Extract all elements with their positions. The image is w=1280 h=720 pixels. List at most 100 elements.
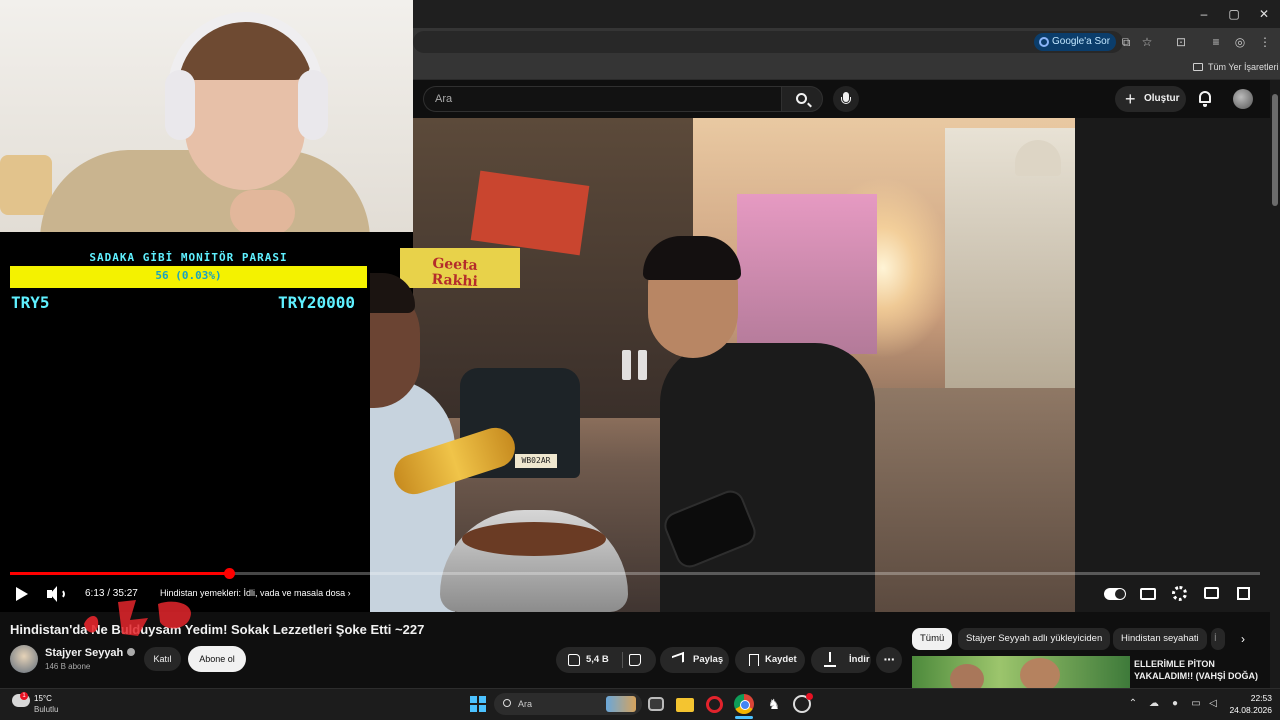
download-icon bbox=[824, 652, 836, 667]
license-plate: WB02AR bbox=[515, 454, 557, 468]
weather-description[interactable]: Bulutlu bbox=[34, 705, 58, 714]
miniplayer-icon[interactable] bbox=[1204, 587, 1219, 599]
voice-search-button[interactable] bbox=[833, 86, 859, 112]
network-icon[interactable]: ▭ bbox=[1189, 697, 1203, 711]
share-button[interactable]: Paylaş bbox=[660, 647, 729, 673]
active-app-indicator bbox=[735, 716, 753, 719]
close-icon[interactable]: ✕ bbox=[1250, 4, 1278, 24]
browser-menu-icon[interactable]: ⋮ bbox=[1256, 33, 1274, 51]
thumbnail-face bbox=[1020, 658, 1060, 692]
chip-india-travel[interactable]: Hindistan seyahati bbox=[1113, 628, 1207, 650]
minimize-icon[interactable]: – bbox=[1190, 4, 1218, 24]
weather-badge: 1 bbox=[20, 692, 28, 700]
join-button[interactable]: Katıl bbox=[144, 647, 181, 671]
opera-icon[interactable] bbox=[706, 696, 723, 713]
donation-goal-title: SADAKA GİBİ MONİTÖR PARASI bbox=[89, 251, 288, 264]
recording-dot-icon bbox=[806, 693, 813, 700]
donation-goal-count: 56 (0.03%) bbox=[155, 269, 222, 282]
verified-icon bbox=[127, 648, 136, 656]
chip-all[interactable]: Tümü bbox=[912, 628, 953, 650]
background-pillow bbox=[0, 155, 52, 215]
search-icon bbox=[796, 93, 807, 104]
like-dislike-group[interactable]: 5,4 B bbox=[556, 647, 656, 673]
subscriber-count: 146 B abone bbox=[45, 662, 91, 671]
player-side-area bbox=[1075, 118, 1270, 612]
extensions-icon[interactable]: ⊡ bbox=[1172, 33, 1190, 51]
speaker-icon[interactable]: ◁ bbox=[1206, 697, 1220, 711]
donation-goal-max: TRY20000 bbox=[278, 293, 356, 312]
settings-gear-icon[interactable] bbox=[1172, 586, 1187, 601]
download-label: İndir bbox=[849, 654, 870, 665]
search-icon bbox=[503, 699, 511, 707]
address-bar[interactable] bbox=[413, 31, 1123, 53]
more-actions-button[interactable]: ··· bbox=[876, 647, 902, 673]
webcam-overlay bbox=[0, 0, 413, 232]
weather-temperature[interactable]: 15°C bbox=[34, 694, 52, 703]
save-label: Kaydet bbox=[765, 654, 797, 665]
chevron-right-icon: › bbox=[347, 588, 351, 598]
taskbar-search-placeholder: Ara bbox=[518, 699, 533, 709]
pink-building bbox=[737, 194, 877, 354]
shop-sign-text: Geeta Rakhi bbox=[431, 255, 479, 291]
reading-list-icon[interactable]: ≡ bbox=[1207, 33, 1225, 51]
channel-name-label: Stajyer Seyyah bbox=[45, 647, 124, 659]
channel-name[interactable]: Stajyer Seyyah bbox=[45, 647, 136, 659]
download-button[interactable]: İndir bbox=[811, 647, 871, 673]
google-lens-icon bbox=[1039, 37, 1049, 47]
create-button[interactable]: + Oluştur bbox=[1115, 86, 1186, 112]
file-explorer-icon[interactable] bbox=[676, 698, 694, 712]
recommended-title[interactable]: ELLERİMLE PİTON YAKALADIM!! (VAHŞİ DOĞA) bbox=[1134, 658, 1264, 682]
channel-avatar[interactable] bbox=[10, 645, 38, 673]
save-button[interactable]: Kaydet bbox=[735, 647, 805, 673]
profile-icon[interactable]: ◎ bbox=[1231, 33, 1249, 51]
play-icon[interactable] bbox=[14, 586, 30, 602]
progress-scrubber[interactable] bbox=[223, 568, 235, 579]
scrollbar-thumb[interactable] bbox=[1272, 94, 1278, 206]
chevron-right-icon[interactable]: › bbox=[1236, 632, 1250, 646]
pause-indicator-icon bbox=[622, 350, 648, 380]
taskbar-search[interactable]: Ara bbox=[494, 693, 642, 715]
headphones-left bbox=[165, 70, 195, 140]
autoplay-toggle[interactable] bbox=[1104, 588, 1126, 600]
cast-icon[interactable]: ⧉ bbox=[1117, 33, 1135, 51]
microphone-tray-icon[interactable]: ● bbox=[1168, 697, 1182, 711]
thumbs-down-icon[interactable] bbox=[629, 654, 641, 666]
thumbs-up-icon[interactable] bbox=[568, 654, 580, 666]
notifications-bell-icon[interactable] bbox=[1196, 90, 1214, 108]
fullscreen-icon-corner bbox=[1237, 587, 1250, 600]
stream-logo bbox=[84, 600, 192, 636]
pot-contents bbox=[462, 522, 606, 556]
share-label: Paylaş bbox=[693, 654, 724, 665]
share-arrow-icon bbox=[672, 651, 684, 667]
windows-start-icon[interactable] bbox=[470, 696, 486, 712]
search-input[interactable]: Ara bbox=[423, 86, 781, 112]
clock-date[interactable]: 24.08.2026 bbox=[1222, 705, 1272, 715]
clock-time[interactable]: 22:53 bbox=[1226, 693, 1272, 703]
bookmark-star-icon[interactable]: ☆ bbox=[1138, 33, 1156, 51]
task-view-icon[interactable] bbox=[648, 697, 664, 711]
all-bookmarks-label: Tüm Yer İşaretleri bbox=[1208, 62, 1279, 72]
chip-more[interactable]: İ bbox=[1211, 628, 1225, 650]
volume-icon[interactable] bbox=[47, 586, 67, 602]
like-count[interactable]: 5,4 B bbox=[586, 647, 609, 673]
bookmark-icon bbox=[749, 654, 759, 666]
google-ask-button[interactable]: Google'a Sor bbox=[1034, 33, 1117, 51]
app-icon[interactable]: ♞ bbox=[764, 694, 784, 714]
subtitles-icon[interactable] bbox=[1140, 588, 1156, 600]
all-bookmarks-button[interactable]: Tüm Yer İşaretleri bbox=[1193, 60, 1279, 74]
shop-sign-red bbox=[470, 170, 590, 256]
chevron-up-icon[interactable]: ⌃ bbox=[1126, 697, 1140, 711]
overlay-panel bbox=[0, 232, 370, 612]
cloud-sync-icon[interactable]: ☁ bbox=[1147, 697, 1161, 711]
account-avatar[interactable] bbox=[1233, 89, 1253, 109]
chrome-icon[interactable] bbox=[734, 694, 754, 714]
progress-played bbox=[10, 572, 229, 575]
donation-goal-min: TRY5 bbox=[11, 293, 50, 312]
chip-uploader[interactable]: Stajyer Seyyah adlı yükleyiciden bbox=[958, 628, 1111, 650]
search-button[interactable] bbox=[781, 86, 823, 112]
create-label: Oluştur bbox=[1144, 93, 1180, 104]
plus-icon: + bbox=[1125, 89, 1136, 109]
subscribe-button[interactable]: Abone ol bbox=[188, 646, 246, 672]
streamer-hand bbox=[230, 190, 295, 232]
maximize-icon[interactable]: ▢ bbox=[1220, 4, 1248, 24]
